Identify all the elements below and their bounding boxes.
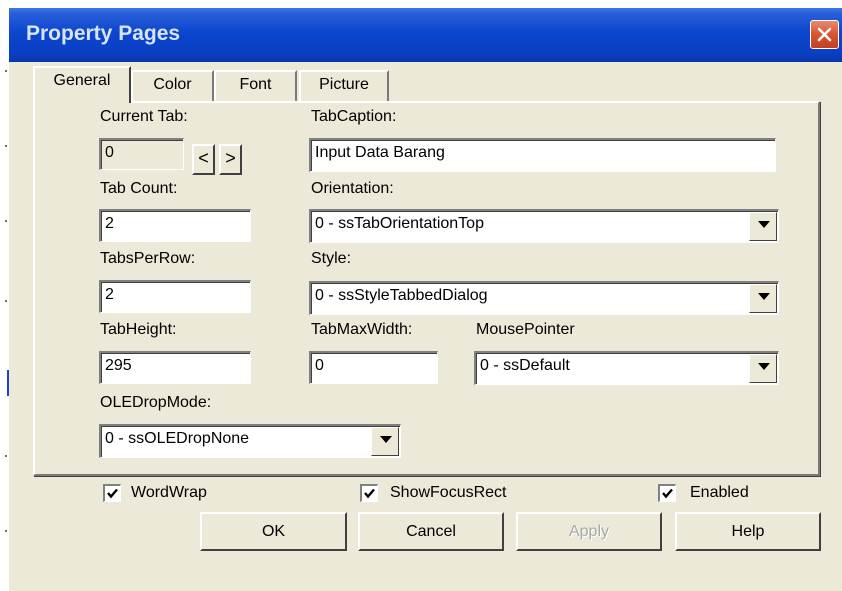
ole-drop-mode-value: 0 - ssOLEDropNone [105, 430, 250, 447]
tab-height-label: TabHeight: [100, 321, 177, 338]
style-dropdown-button[interactable] [749, 284, 777, 313]
ole-drop-mode-select[interactable]: 0 - ssOLEDropNone [99, 424, 401, 458]
edge-tick [5, 530, 7, 532]
checkmark-icon [107, 488, 118, 499]
chevron-down-icon [758, 293, 770, 300]
tab-height-field[interactable]: 295 [99, 351, 251, 384]
tab-max-width-label: TabMaxWidth: [311, 321, 413, 338]
current-tab-next-button[interactable]: > [219, 144, 242, 175]
tab-color-label: Color [153, 76, 192, 93]
current-tab-label: Current Tab: [100, 108, 188, 125]
left-edge [0, 0, 9, 591]
edge-tick [5, 145, 7, 147]
style-label: Style: [311, 250, 352, 267]
style-value: 0 - ssStyleTabbedDialog [315, 287, 488, 304]
show-focus-rect-checkbox[interactable] [360, 484, 378, 502]
word-wrap-checkbox[interactable] [103, 484, 121, 502]
enabled-label: Enabled [690, 484, 749, 501]
mouse-pointer-label: MousePointer [476, 321, 575, 338]
current-tab-prev-button[interactable]: < [192, 144, 215, 175]
tab-font[interactable]: Font [214, 70, 297, 101]
tab-caption-field[interactable]: Input Data Barang [309, 138, 776, 172]
mouse-pointer-select[interactable]: 0 - ssDefault [474, 351, 779, 385]
edge-tick [5, 300, 7, 302]
close-icon [817, 27, 832, 42]
help-button[interactable]: Help [675, 512, 821, 551]
checkmark-icon [662, 488, 673, 499]
tab-count-label: Tab Count: [100, 180, 178, 197]
current-tab-field: 0 [99, 138, 184, 170]
tab-picture-label: Picture [319, 76, 369, 93]
tab-general-label: General [53, 72, 111, 89]
tab-max-width-field[interactable]: 0 [309, 351, 438, 384]
edge-tick [5, 220, 7, 222]
enabled-checkbox[interactable] [658, 484, 676, 502]
chevron-down-icon [758, 363, 770, 370]
tabs-per-row-label: TabsPerRow: [100, 250, 196, 267]
tab-caption-label: TabCaption: [311, 108, 397, 125]
apply-button[interactable]: Apply [516, 512, 662, 551]
close-button[interactable] [810, 20, 839, 49]
chevron-down-icon [758, 221, 770, 228]
edge-tick [5, 455, 7, 457]
tab-font-label: Font [239, 76, 272, 93]
tab-count-field[interactable]: 2 [99, 209, 251, 242]
tabs-per-row-field[interactable]: 2 [99, 280, 251, 313]
style-select[interactable]: 0 - ssStyleTabbedDialog [309, 281, 779, 315]
window-title: Property Pages [26, 22, 181, 45]
title-bar[interactable]: Property Pages [9, 8, 842, 62]
mouse-pointer-dropdown-button[interactable] [749, 354, 777, 383]
tab-color[interactable]: Color [131, 70, 214, 101]
edge-tick [5, 70, 7, 72]
mouse-pointer-value: 0 - ssDefault [480, 357, 570, 374]
ole-drop-mode-dropdown-button[interactable] [371, 427, 399, 456]
checkmark-icon [364, 488, 375, 499]
orientation-select[interactable]: 0 - ssTabOrientationTop [309, 209, 779, 243]
orientation-dropdown-button[interactable] [749, 212, 777, 241]
cancel-button[interactable]: Cancel [358, 512, 504, 551]
show-focus-rect-label: ShowFocusRect [390, 484, 507, 501]
ole-drop-mode-label: OLEDropMode: [100, 394, 212, 411]
tab-general[interactable]: General [33, 66, 131, 103]
chevron-down-icon [380, 436, 392, 443]
word-wrap-label: WordWrap [131, 484, 207, 501]
tab-picture[interactable]: Picture [299, 70, 389, 101]
ok-button[interactable]: OK [200, 512, 347, 551]
orientation-value: 0 - ssTabOrientationTop [315, 215, 484, 232]
orientation-label: Orientation: [311, 180, 394, 197]
